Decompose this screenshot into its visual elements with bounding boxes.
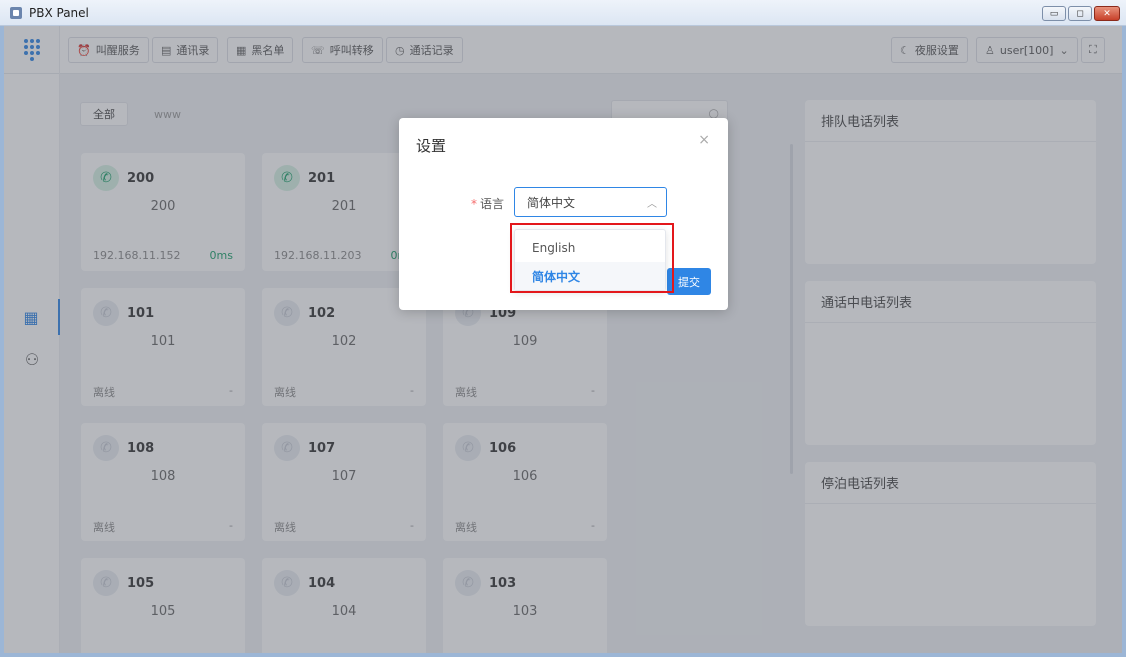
dialog-title: 设置	[416, 137, 447, 155]
language-select[interactable]: 简体中文 ︿	[514, 187, 667, 217]
window-controls: ▭ ◻ ✕	[1042, 6, 1120, 21]
app-icon	[10, 6, 22, 19]
chevron-up-icon: ︿	[647, 199, 657, 210]
window-titlebar: PBX Panel ▭ ◻ ✕	[0, 0, 1126, 26]
language-label-text: 语言	[480, 197, 505, 211]
language-label: * 语言	[471, 195, 504, 212]
window-title: PBX Panel	[29, 5, 89, 20]
maximize-button[interactable]: ◻	[1068, 6, 1092, 21]
close-icon[interactable]: ×	[698, 132, 710, 148]
minimize-button[interactable]: ▭	[1042, 6, 1066, 21]
close-window-button[interactable]: ✕	[1094, 6, 1120, 21]
language-select-value: 简体中文	[527, 195, 576, 210]
required-mark: *	[471, 197, 477, 211]
highlight-box	[510, 223, 674, 293]
